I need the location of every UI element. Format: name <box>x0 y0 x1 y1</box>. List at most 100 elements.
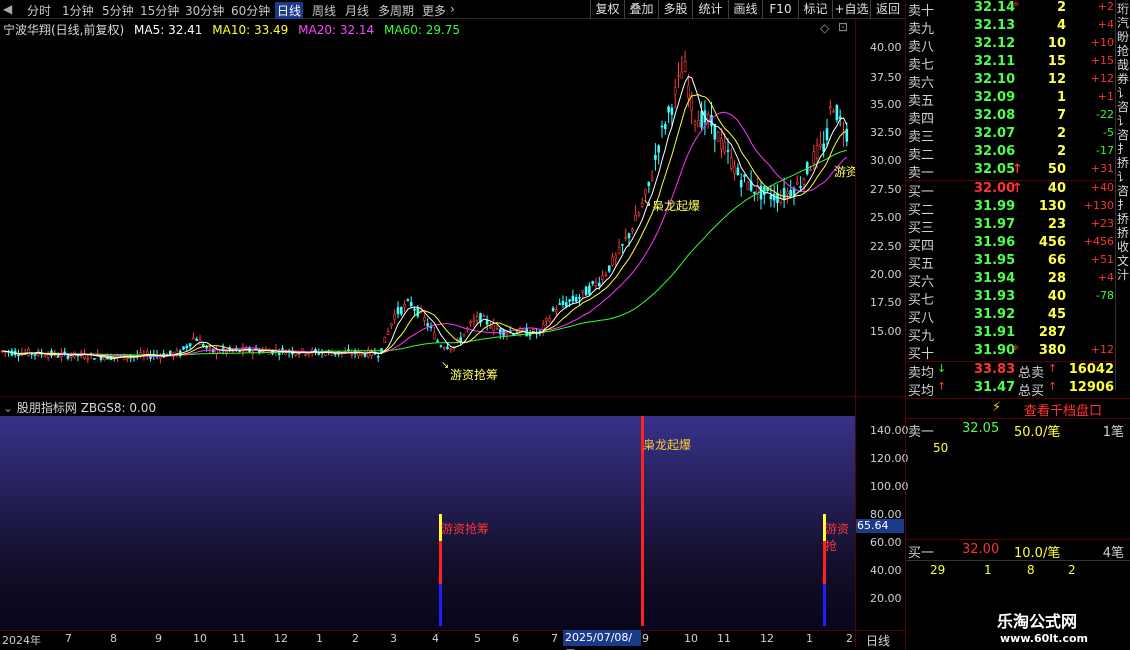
label-xiaolong: 枭龙起爆 <box>643 438 692 452</box>
back-button[interactable]: 返回 <box>870 0 905 19</box>
candle-body <box>545 318 548 322</box>
candle-body <box>660 125 664 128</box>
chevron-right-icon[interactable]: › <box>450 2 455 16</box>
collapse-icon[interactable]: ⌄ <box>3 401 13 415</box>
candle-body <box>597 282 601 286</box>
draw-button[interactable]: 画线 <box>728 0 762 19</box>
candle-body <box>416 306 420 317</box>
candle-body <box>307 353 311 356</box>
candle-body <box>743 174 746 177</box>
x-tick: 9 <box>642 632 649 645</box>
candle-body <box>169 350 172 355</box>
label-youzi-1: 游资抢筹 <box>441 522 490 536</box>
view-depth-button[interactable]: 查看千档盘口 <box>1024 400 1102 419</box>
f10-button[interactable]: F10 <box>762 0 798 19</box>
candle-body <box>683 61 687 72</box>
candle-body <box>588 285 591 295</box>
x-tick: 8 <box>110 632 117 645</box>
bid-row: 买七 31.93 40 -78 <box>908 289 1114 308</box>
diamond-icon[interactable]: ◇ <box>820 21 829 35</box>
candle-body <box>564 302 568 307</box>
annotation-arrow-2: ↘ <box>643 198 651 209</box>
tab-more[interactable]: 更多 <box>422 2 446 19</box>
tab-monthly[interactable]: 月线 <box>345 2 369 19</box>
x-tick: 2 <box>846 632 853 645</box>
candle-body <box>835 105 839 121</box>
candle-body <box>739 180 743 188</box>
candle-body <box>680 71 684 79</box>
candle-body <box>574 297 578 302</box>
candle-body <box>208 347 212 350</box>
candle-body <box>324 352 327 356</box>
x-tick: 11 <box>717 632 731 645</box>
candle-body <box>627 233 631 238</box>
candle-body <box>538 330 542 333</box>
side-strip: 珩汽盼抢哉券讠咨讠咨扌挢讠咨扌挢挢收文汁 <box>1115 0 1130 390</box>
depth-buy1-row: 买一 32.00 10.0/笔 4笔 <box>908 542 1124 561</box>
candle-body <box>284 352 288 356</box>
y-tick: 140.00 <box>870 424 909 437</box>
candle-body <box>828 106 832 109</box>
chevron-left-icon[interactable]: ◀ <box>3 2 12 16</box>
candle-body <box>333 353 337 355</box>
candle-body <box>825 128 829 141</box>
candle-body <box>789 189 793 197</box>
tab-weekly[interactable]: 周线 <box>312 2 336 19</box>
x-tick: 9 <box>155 632 162 645</box>
y-tick: 15.00 <box>870 325 902 338</box>
candle-body <box>601 275 604 280</box>
candle-body <box>350 353 354 356</box>
bar-blue-2 <box>823 584 826 626</box>
tab-fenshi[interactable]: 分时 <box>27 2 51 19</box>
annotation-arrow-1: ↘ <box>441 360 449 371</box>
tab-1min[interactable]: 1分钟 <box>62 2 94 19</box>
candle-body <box>571 295 575 302</box>
candle-body <box>634 214 637 221</box>
y-tick: 30.00 <box>870 154 902 167</box>
toolbar: ◀ 分时 1分钟 5分钟 15分钟 30分钟 60分钟 日线 周线 月线 多周期… <box>0 0 905 19</box>
candle-body <box>759 185 763 200</box>
fuquan-button[interactable]: 复权 <box>590 0 624 19</box>
stats-button[interactable]: 统计 <box>692 0 728 19</box>
candle-body <box>277 353 281 355</box>
candle-body <box>86 358 90 360</box>
ma20-label: MA20: 32.14 <box>298 23 375 37</box>
candle-body <box>505 332 509 335</box>
tab-60min[interactable]: 60分钟 <box>231 2 270 19</box>
candle-body <box>766 188 769 192</box>
expand-icon[interactable]: ⊡ <box>838 20 848 34</box>
candle-body <box>46 354 50 358</box>
candle-body <box>294 353 298 356</box>
add-watchlist-button[interactable]: +自选 <box>832 0 870 19</box>
indicator-chart: 游资抢筹 枭龙起爆 游资抢 <box>0 416 855 630</box>
tab-5min[interactable]: 5分钟 <box>102 2 134 19</box>
bid-row: 买四 31.96 456 +456 <box>908 235 1114 254</box>
candle-body <box>624 237 628 239</box>
candle-body <box>815 145 819 159</box>
candle-body <box>489 326 492 329</box>
candle-body <box>363 353 367 357</box>
y-tick: 17.50 <box>870 296 902 309</box>
candle-body <box>103 357 106 360</box>
candle-body <box>591 281 595 284</box>
candle-body <box>663 124 667 129</box>
multi-stock-button[interactable]: 多股 <box>658 0 692 19</box>
candle-body <box>551 307 555 312</box>
watermark-url: www.60lt.com <box>1000 632 1089 645</box>
candle-body <box>459 337 463 342</box>
candle-body <box>66 354 70 359</box>
depth-divider <box>906 539 1130 540</box>
tab-multi-period[interactable]: 多周期 <box>378 2 414 19</box>
tab-15min[interactable]: 15分钟 <box>140 2 179 19</box>
candle-body <box>746 182 750 190</box>
ask-row: 卖十 32.14 ≐ 2 +2 <box>908 0 1114 19</box>
x-tick: 11 <box>232 632 246 645</box>
candle-body <box>475 315 479 321</box>
tab-daily[interactable]: 日线 <box>275 2 304 19</box>
tab-30min[interactable]: 30分钟 <box>185 2 224 19</box>
mark-button[interactable]: 标记 <box>798 0 832 19</box>
watermark: 乐淘公式网 www.60lt.com <box>975 608 1130 650</box>
bid-row: 买九 31.91 287 <box>908 325 1066 344</box>
overlay-button[interactable]: 叠加 <box>624 0 658 19</box>
book-divider <box>906 398 1130 399</box>
